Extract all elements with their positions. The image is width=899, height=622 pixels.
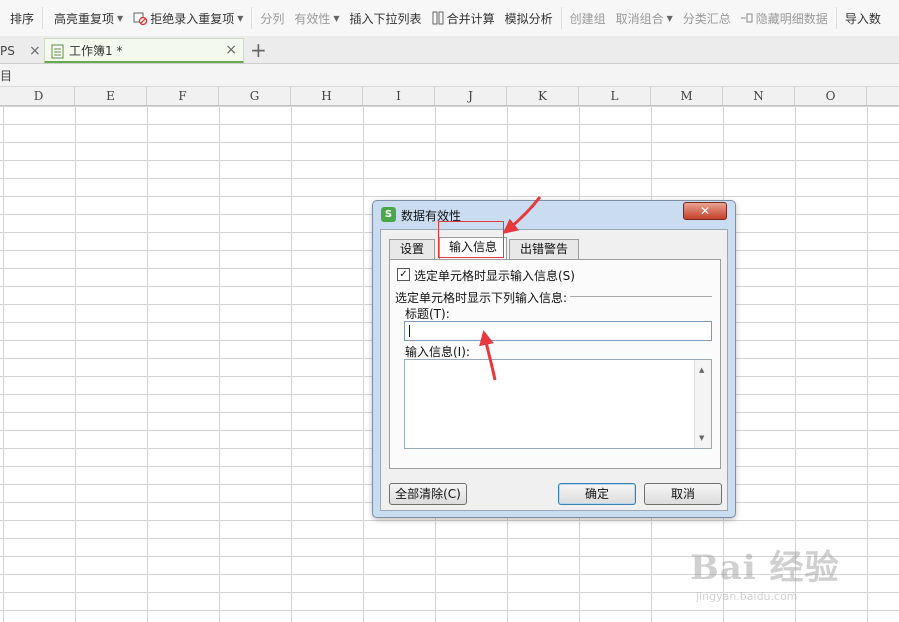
ribbon-toolbar: 排序 高亮重复项 ▼ 拒绝录入重复项 ▼ 分列 有效性 ▼ 插入下拉列表 合并计算 模… xyxy=(0,0,899,37)
close-button[interactable]: ✕ xyxy=(683,202,727,220)
textarea-scrollbar[interactable]: ▲ ▼ xyxy=(694,360,711,448)
subtotal-button[interactable]: 分类汇总 xyxy=(678,6,736,30)
tab-label: 工作簿1 * xyxy=(69,43,123,58)
title-field-label: 标题(T): xyxy=(405,307,450,321)
column-header[interactable]: H xyxy=(291,87,363,105)
group-divider xyxy=(570,296,712,297)
merge-icon xyxy=(432,11,444,25)
toolbar-divider xyxy=(560,7,562,29)
checkbox-label[interactable]: 选定单元格时显示输入信息(S) xyxy=(414,267,575,284)
hide-detail-icon xyxy=(740,12,753,24)
reject-duplicates-button[interactable]: 拒绝录入重复项 ▼ xyxy=(128,6,248,30)
validation-button[interactable]: 有效性 ▼ xyxy=(289,6,344,30)
title-input[interactable] xyxy=(404,321,712,341)
message-field-label: 输入信息(I): xyxy=(405,345,470,359)
consolidate-button[interactable]: 合并计算 xyxy=(427,6,500,30)
name-box-text: 目 xyxy=(0,68,13,83)
highlight-duplicates-button[interactable]: 高亮重复项 ▼ xyxy=(46,6,128,30)
input-message-panel: ✓ 选定单元格时显示输入信息(S) 选定单元格时显示下列输入信息: 标题(T):… xyxy=(389,259,721,469)
wps-app-icon: S xyxy=(381,207,396,222)
column-header[interactable]: I xyxy=(363,87,435,105)
input-message-textarea[interactable]: ▲ ▼ xyxy=(404,359,712,449)
chevron-down-icon: ▼ xyxy=(117,13,124,23)
hide-detail-button[interactable]: 隐藏明细数据 xyxy=(736,6,833,30)
chevron-down-icon: ▼ xyxy=(333,13,340,23)
dialog-titlebar[interactable]: S 数据有效性 ✕ xyxy=(373,201,735,228)
chevron-down-icon: ▼ xyxy=(666,13,673,23)
data-validation-dialog: S 数据有效性 ✕ 设置 输入信息 出错警告 ✓ 选定单元格时显示输入信息(S)… xyxy=(372,200,736,518)
text-cursor xyxy=(409,325,410,337)
column-header[interactable]: O xyxy=(795,87,867,105)
toolbar-divider xyxy=(42,7,44,29)
tab-label: PS xyxy=(0,43,15,58)
column-header[interactable]: K xyxy=(507,87,579,105)
tab-previous[interactable]: PS × xyxy=(0,38,44,63)
column-header[interactable]: D xyxy=(3,87,75,105)
column-header[interactable]: G xyxy=(219,87,291,105)
ungroup-button[interactable]: 取消组合 ▼ xyxy=(611,6,678,30)
dialog-body: 设置 输入信息 出错警告 ✓ 选定单元格时显示输入信息(S) 选定单元格时显示下… xyxy=(380,229,728,511)
close-icon[interactable]: × xyxy=(225,42,237,58)
document-tab-bar: PS × 工作簿1 * × xyxy=(0,36,899,64)
what-if-analysis-button[interactable]: 模拟分析 xyxy=(500,6,558,30)
column-header[interactable]: J xyxy=(435,87,507,105)
scroll-up-icon[interactable]: ▲ xyxy=(699,366,704,374)
close-icon[interactable]: × xyxy=(29,43,41,59)
toolbar-divider xyxy=(835,7,837,29)
column-header[interactable]: M xyxy=(651,87,723,105)
scroll-down-icon[interactable]: ▼ xyxy=(699,434,704,442)
clear-all-button[interactable]: 全部清除(C) xyxy=(389,483,467,505)
column-header[interactable]: N xyxy=(723,87,795,105)
column-header[interactable]: L xyxy=(579,87,651,105)
tab-error-alert[interactable]: 出错警告 xyxy=(509,239,579,259)
baidu-watermark: Bai 经验 jingyan.baidu.com xyxy=(690,540,860,610)
tab-settings[interactable]: 设置 xyxy=(389,239,435,259)
show-input-message-checkbox[interactable]: ✓ xyxy=(397,268,410,281)
column-header[interactable]: E xyxy=(75,87,147,105)
formula-bar: 目 xyxy=(0,64,899,87)
watermark-url: jingyan.baidu.com xyxy=(696,590,798,603)
add-tab-icon[interactable]: + xyxy=(250,38,267,62)
insert-dropdown-list-button[interactable]: 插入下拉列表 xyxy=(345,6,427,30)
text-to-columns-button[interactable]: 分列 xyxy=(255,6,289,30)
tab-workbook1[interactable]: 工作簿1 * × xyxy=(44,38,244,63)
watermark-logo-text: Bai 经验 xyxy=(690,548,840,588)
column-header-row: D E F G H I J K L M N O xyxy=(0,87,899,106)
ok-button[interactable]: 确定 xyxy=(558,483,636,505)
column-header[interactable]: F xyxy=(147,87,219,105)
block-icon xyxy=(133,11,148,25)
import-data-button[interactable]: 导入数 xyxy=(840,6,886,30)
toolbar-divider xyxy=(251,7,253,29)
sort-button[interactable]: 排序 xyxy=(0,6,39,30)
group-label: 选定单元格时显示下列输入信息: xyxy=(395,291,568,305)
chevron-down-icon: ▼ xyxy=(237,13,244,23)
highlight-box xyxy=(438,221,504,258)
spreadsheet-file-icon xyxy=(51,44,64,62)
cancel-button[interactable]: 取消 xyxy=(644,483,722,505)
group-button[interactable]: 创建组 xyxy=(565,6,611,30)
